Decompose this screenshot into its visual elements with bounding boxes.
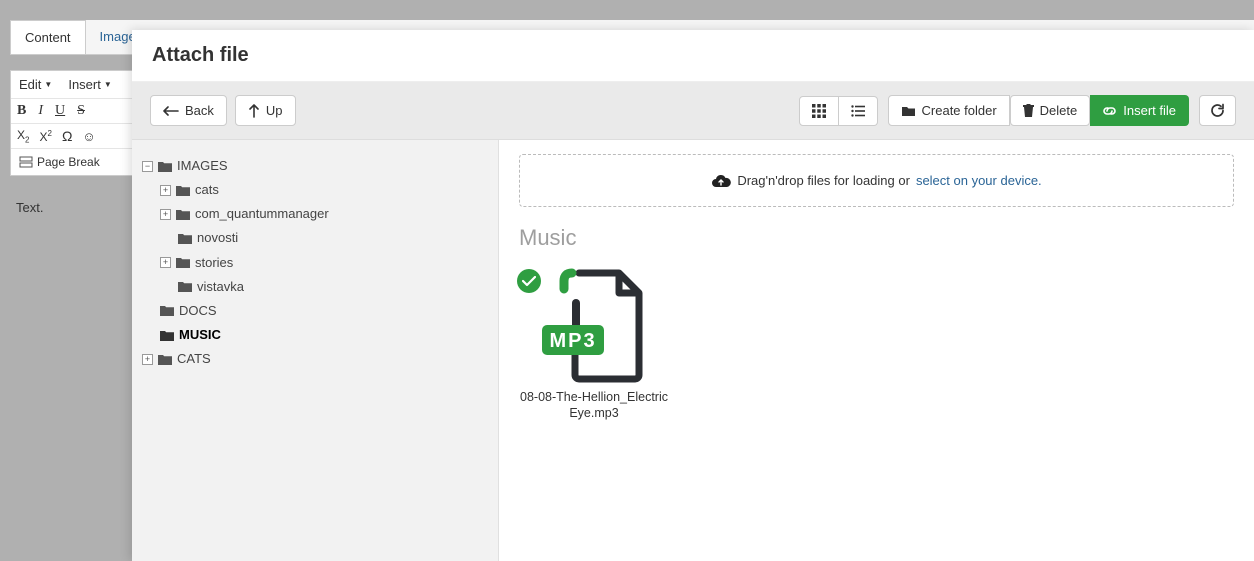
tree-item-docs[interactable]: DOCS bbox=[142, 299, 488, 323]
bold-button[interactable]: B bbox=[17, 103, 26, 119]
expand-icon[interactable]: + bbox=[160, 209, 171, 220]
tree-item-cats[interactable]: + cats bbox=[160, 178, 488, 202]
expand-icon[interactable]: + bbox=[142, 354, 153, 365]
dropzone-link[interactable]: select on your device. bbox=[916, 173, 1042, 188]
folder-icon bbox=[160, 305, 174, 316]
back-button[interactable]: Back bbox=[150, 95, 227, 126]
folder-icon bbox=[176, 257, 190, 268]
tree-label: DOCS bbox=[179, 301, 217, 321]
tree-item-stories[interactable]: + stories bbox=[160, 251, 488, 275]
pagebreak-button[interactable]: Page Break bbox=[11, 149, 139, 175]
modal-body: − IMAGES + cats + com_quantu bbox=[132, 140, 1254, 561]
arrow-up-icon bbox=[248, 104, 260, 118]
checkmark-icon bbox=[517, 269, 541, 293]
tree-label: IMAGES bbox=[177, 156, 228, 176]
refresh-icon bbox=[1210, 103, 1225, 118]
modal-title: Attach file bbox=[152, 44, 1234, 67]
action-group: Create folder Delete Insert file bbox=[888, 95, 1189, 126]
list-icon bbox=[851, 105, 865, 117]
grid-icon bbox=[812, 104, 826, 118]
list-view-button[interactable] bbox=[839, 96, 878, 126]
folder-icon bbox=[160, 330, 174, 341]
create-folder-button[interactable]: Create folder bbox=[888, 95, 1010, 126]
delete-button[interactable]: Delete bbox=[1010, 95, 1091, 126]
tree-item-images[interactable]: − IMAGES bbox=[142, 154, 488, 178]
emoji-button[interactable]: ☺ bbox=[82, 129, 95, 144]
expand-icon[interactable]: + bbox=[160, 185, 171, 196]
attach-file-modal: Attach file Back Up bbox=[132, 30, 1254, 561]
arrow-left-icon bbox=[163, 105, 179, 117]
folder-icon bbox=[901, 105, 916, 117]
file-thumbnail: MP3 bbox=[529, 265, 659, 385]
cloud-upload-icon bbox=[711, 173, 731, 188]
tab-content[interactable]: Content bbox=[10, 20, 86, 54]
tree-label: cats bbox=[195, 180, 219, 200]
tree-label: com_quantummanager bbox=[195, 204, 329, 224]
editor-toolbar: Edit▼ Insert▼ B I U S X2 X2 Ω ☺ Page Bre… bbox=[10, 70, 140, 176]
tree-item-music[interactable]: MUSIC bbox=[142, 323, 488, 347]
folder-icon bbox=[158, 354, 172, 365]
sub-row: X2 X2 Ω ☺ bbox=[11, 124, 139, 149]
underline-button[interactable]: U bbox=[55, 103, 65, 119]
content-panel: Drag'n'drop files for loading or select … bbox=[499, 140, 1254, 561]
tree-item-cats2[interactable]: + CATS bbox=[142, 347, 488, 371]
pagebreak-icon bbox=[19, 156, 33, 168]
insert-menu[interactable]: Insert▼ bbox=[60, 71, 119, 98]
tree-item-novosti[interactable]: novosti bbox=[160, 226, 488, 250]
tree-label: CATS bbox=[177, 349, 211, 369]
file-grid: MP3 08-08-The-Hellion_Electric Eye.mp3 bbox=[519, 265, 1234, 422]
editor-content[interactable]: Text. bbox=[16, 200, 43, 215]
link-icon bbox=[1102, 104, 1117, 118]
section-title: Music bbox=[519, 225, 1234, 251]
dropzone[interactable]: Drag'n'drop files for loading or select … bbox=[519, 154, 1234, 207]
collapse-icon[interactable]: − bbox=[142, 161, 153, 172]
trash-icon bbox=[1023, 104, 1034, 117]
insert-file-button[interactable]: Insert file bbox=[1090, 95, 1189, 126]
italic-button[interactable]: I bbox=[38, 103, 43, 119]
up-button[interactable]: Up bbox=[235, 95, 296, 126]
tree-label: vistavka bbox=[197, 277, 244, 297]
view-toggle bbox=[799, 96, 878, 126]
grid-view-button[interactable] bbox=[799, 96, 839, 126]
mp3-file-icon: MP3 bbox=[534, 265, 654, 385]
tree-item-comquantum[interactable]: + com_quantummanager bbox=[160, 202, 488, 226]
folder-tree: − IMAGES + cats + com_quantu bbox=[132, 140, 499, 561]
folder-icon bbox=[176, 185, 190, 196]
dropzone-text: Drag'n'drop files for loading or bbox=[737, 173, 910, 188]
edit-menu[interactable]: Edit▼ bbox=[11, 71, 60, 98]
tree-label: stories bbox=[195, 253, 233, 273]
omega-button[interactable]: Ω bbox=[62, 128, 72, 144]
tree-item-vistavka[interactable]: vistavka bbox=[160, 275, 488, 299]
modal-toolbar: Back Up Create folder bbox=[132, 82, 1254, 140]
format-row: B I U S bbox=[11, 99, 139, 124]
expand-icon[interactable]: + bbox=[160, 257, 171, 268]
refresh-button[interactable] bbox=[1199, 95, 1236, 126]
svg-text:MP3: MP3 bbox=[549, 330, 596, 352]
tree-label: novosti bbox=[197, 228, 238, 248]
tree-label: MUSIC bbox=[179, 325, 221, 345]
folder-icon bbox=[178, 233, 192, 244]
folder-icon bbox=[178, 281, 192, 292]
file-name: 08-08-The-Hellion_Electric Eye.mp3 bbox=[519, 389, 669, 422]
file-item[interactable]: MP3 08-08-The-Hellion_Electric Eye.mp3 bbox=[519, 265, 669, 422]
superscript-button[interactable]: X2 bbox=[39, 129, 51, 144]
subscript-button[interactable]: X2 bbox=[17, 128, 29, 144]
strike-button[interactable]: S bbox=[77, 103, 85, 119]
modal-header: Attach file bbox=[132, 30, 1254, 82]
folder-icon bbox=[176, 209, 190, 220]
folder-icon bbox=[158, 161, 172, 172]
